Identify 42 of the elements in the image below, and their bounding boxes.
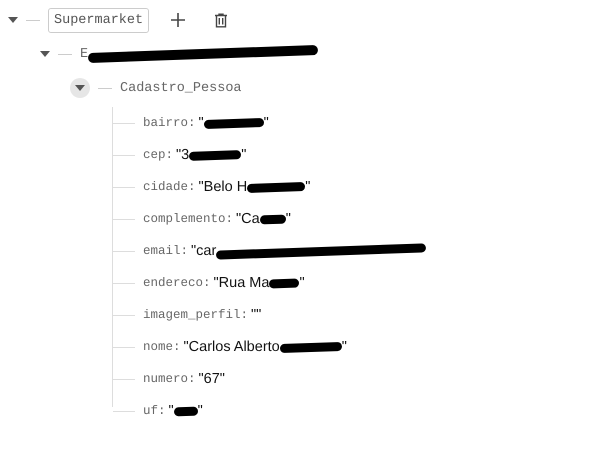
field-key: endereco: (143, 276, 211, 290)
field-value: " (241, 147, 246, 163)
field-value: " (286, 211, 291, 227)
node-label: E (80, 46, 88, 62)
field-value: " (198, 115, 204, 131)
field-value: " (264, 115, 269, 131)
field-value: " (299, 275, 305, 291)
node-label[interactable]: Supermarket (48, 8, 150, 32)
field-value: " (168, 403, 174, 419)
field-value: "" (251, 307, 262, 323)
node-label: Cadastro_Pessoa (120, 80, 242, 96)
redaction-mark (204, 117, 264, 129)
redaction-mark (174, 406, 198, 416)
caret-icon[interactable] (70, 78, 90, 98)
redaction-mark (280, 341, 342, 353)
field-key: cidade: (143, 180, 196, 194)
add-icon[interactable] (171, 13, 186, 27)
field-key: imagem_perfil: (143, 308, 248, 322)
field-key: nome: (143, 340, 181, 354)
field-key: uf: (143, 404, 166, 418)
field-value: "Rua Ma (214, 275, 270, 291)
redaction-mark (247, 182, 306, 192)
trash-icon[interactable] (215, 12, 228, 28)
field-value: " (305, 179, 310, 195)
field-value: " (342, 339, 347, 355)
field-key: bairro: (143, 116, 196, 130)
field-value: "car (191, 243, 216, 259)
field-key: email: (143, 244, 188, 258)
caret-icon[interactable] (8, 17, 18, 23)
field-value: "Ca (236, 211, 260, 227)
field-key: complemento: (143, 212, 234, 226)
redaction-mark (189, 150, 242, 160)
redaction-mark (269, 278, 300, 288)
redaction-mark (260, 214, 286, 224)
field-value: "Carlos Alberto (184, 339, 280, 355)
field-value: " (198, 403, 203, 419)
field-key: cep: (143, 148, 174, 162)
field-value: "Belo H (198, 179, 248, 195)
field-key: numero: (143, 372, 196, 386)
caret-icon[interactable] (40, 51, 50, 57)
field-value: "3 (176, 147, 190, 163)
field-value: "67" (198, 371, 225, 387)
